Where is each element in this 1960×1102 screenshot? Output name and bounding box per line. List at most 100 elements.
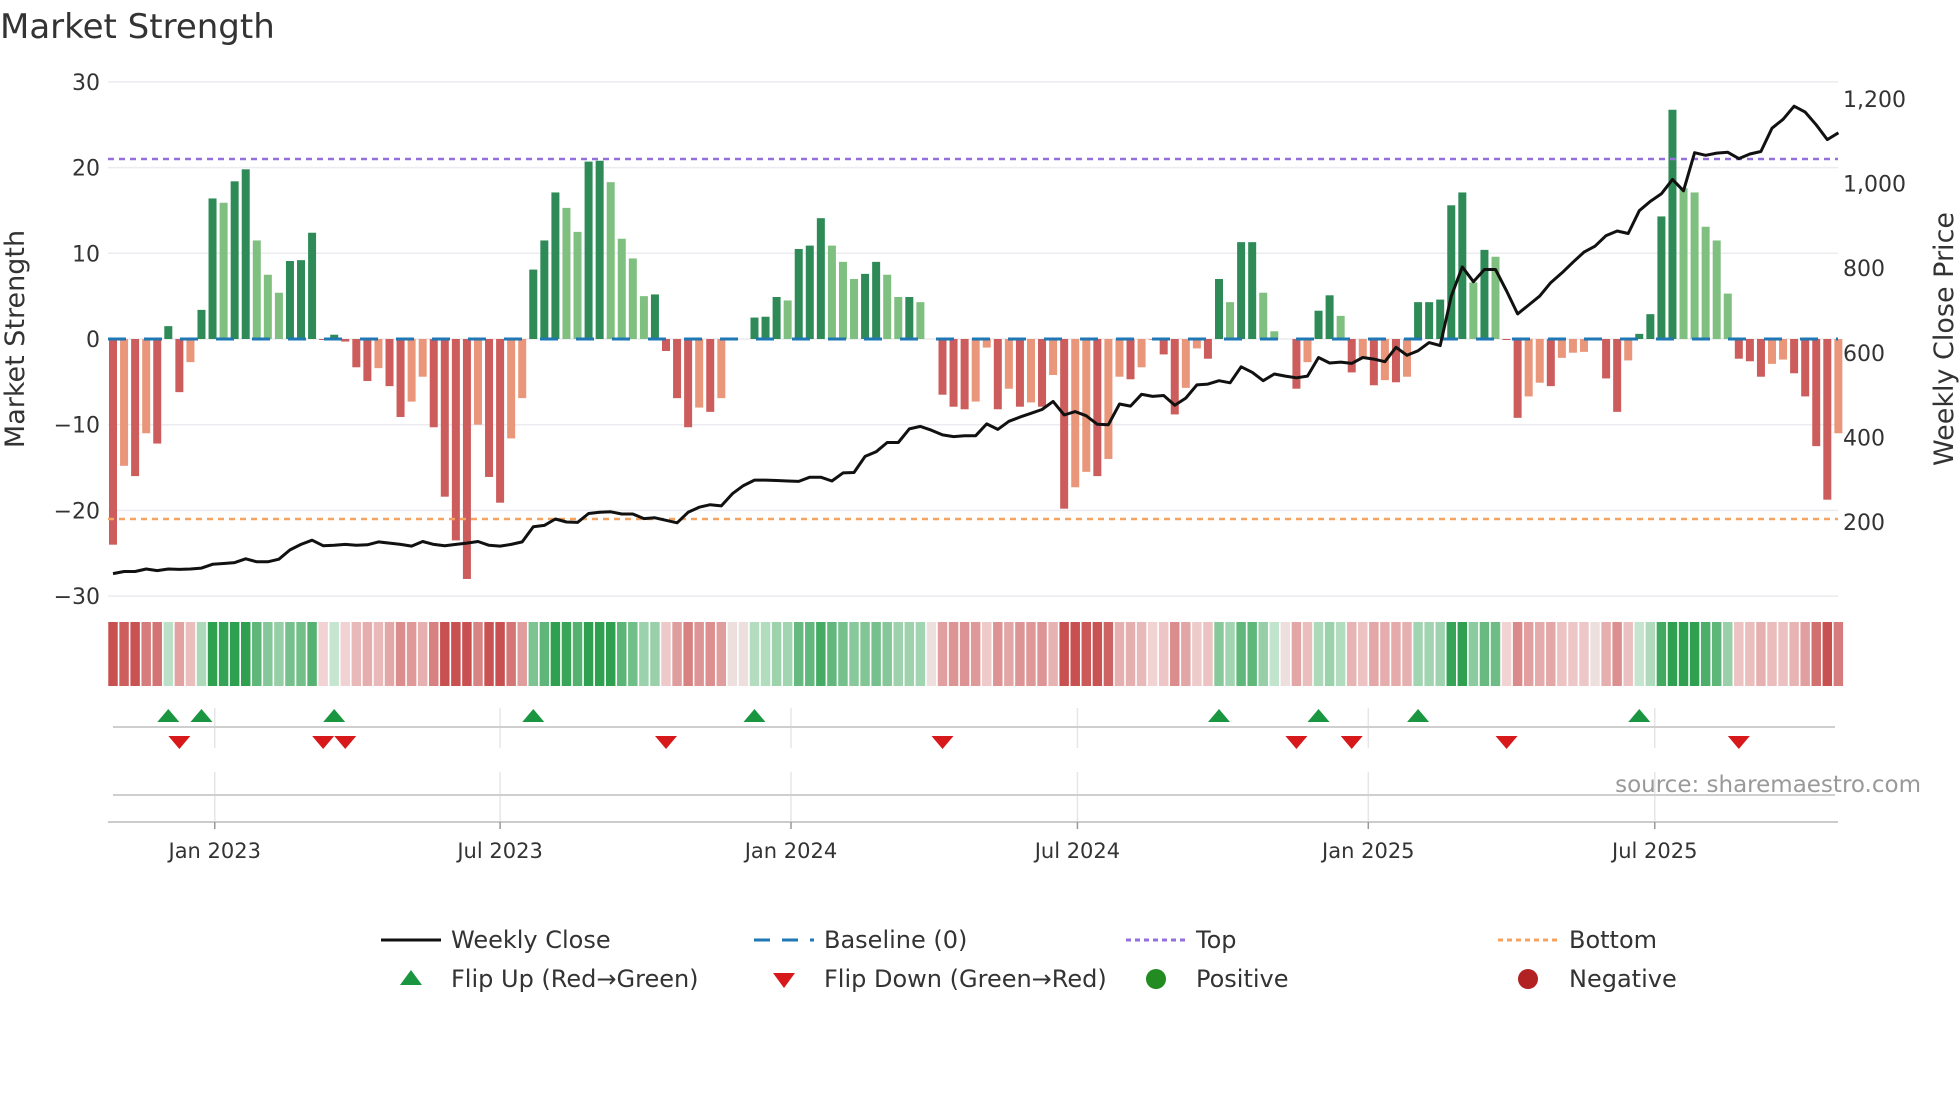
strength-bar [1226, 302, 1235, 339]
legend-label: Bottom [1569, 926, 1657, 954]
heat-cell [1380, 622, 1390, 686]
flip-up-marker [323, 709, 346, 722]
heat-cell [1026, 622, 1036, 686]
flip-up-marker [1407, 709, 1430, 722]
heat-cell [1214, 622, 1224, 686]
strength-bar [175, 339, 184, 393]
heat-cell [882, 622, 892, 686]
heat-cell [1335, 622, 1346, 686]
strength-bar [783, 300, 792, 339]
x-tick-label: Jul 2023 [455, 839, 542, 863]
strength-bar [440, 339, 449, 497]
heat-cell [1579, 622, 1589, 686]
strength-bar [1215, 279, 1223, 339]
heat-cell [340, 622, 350, 686]
heat-cell [816, 622, 826, 686]
strength-bar [263, 274, 272, 339]
heat-cell [240, 622, 251, 686]
heat-cell [207, 622, 218, 686]
strength-bar [518, 339, 527, 399]
heat-cell [1468, 622, 1479, 686]
strength-bar [407, 339, 416, 402]
legend-item-line: Weekly Close [381, 926, 611, 954]
heat-cell [351, 622, 362, 686]
heat-cell [849, 622, 859, 686]
heat-cell [970, 622, 981, 686]
axes: 30 20 10 0 −10 −20 −30 200 400 600 800 1,000 1,200 Ja… [54, 71, 1906, 863]
heat-cell [395, 622, 406, 686]
heat-cell [517, 622, 527, 686]
heat-cell [572, 622, 583, 686]
strength-bar [662, 339, 670, 351]
strength-bar [794, 249, 803, 339]
strength-bar [584, 161, 593, 339]
chart-title: Market Strength [0, 7, 275, 47]
y-tick-label: −30 [54, 585, 100, 610]
heat-cell [982, 622, 992, 686]
y2-tick-label: 400 [1843, 426, 1885, 451]
heat-cell [318, 622, 328, 686]
heat-cell [1546, 622, 1556, 686]
strength-bar [816, 218, 825, 339]
y2-tick-label: 600 [1843, 342, 1885, 367]
strength-bar [1181, 339, 1190, 388]
heat-cell [1324, 622, 1335, 686]
strength-bar [1734, 339, 1743, 359]
strength-bar [695, 339, 704, 408]
heat-cell [959, 622, 970, 686]
strength-bar [883, 274, 892, 339]
y-tick-label: −20 [54, 499, 100, 524]
legend-item-dash: Baseline (0) [754, 926, 967, 954]
strength-bar [418, 339, 427, 377]
strength-bar [230, 181, 239, 339]
strength-bar [1004, 339, 1013, 389]
strength-bar [1834, 339, 1843, 434]
strength-bar [861, 273, 870, 339]
strength-bar [1115, 339, 1124, 377]
heat-cell [583, 622, 594, 686]
strength-bar [1447, 205, 1456, 339]
strength-bar [252, 240, 261, 339]
triangle-down-icon [773, 973, 795, 988]
heat-cell [838, 622, 848, 686]
strength-bar [507, 339, 516, 439]
heat-cell [860, 622, 870, 686]
strength-bar [385, 339, 394, 387]
strength-bar [363, 339, 372, 381]
strength-bar [1480, 249, 1489, 339]
circle-icon [1146, 969, 1166, 989]
heat-cell [937, 622, 948, 686]
flip-up-marker [1628, 709, 1651, 722]
strength-bar [142, 339, 151, 434]
strength-bar [1745, 339, 1754, 362]
strength-bar [219, 202, 228, 339]
legend: Weekly Close Baseline (0) Top Bottom Flip Up… [381, 926, 1677, 993]
heat-cell [705, 622, 715, 686]
heat-cell [163, 622, 174, 686]
heat-cell [130, 622, 140, 686]
heat-cell [1147, 622, 1158, 686]
heat-cell [1711, 622, 1722, 686]
heat-cell [252, 622, 262, 686]
strength-bar [1657, 216, 1666, 339]
legend-label: Weekly Close [451, 926, 611, 954]
strength-bar [838, 261, 847, 339]
heat-cell [1745, 622, 1755, 686]
strength-bar [717, 339, 726, 399]
strength-bar [1414, 302, 1423, 339]
market-strength-chart: Market Strength 30 20 10 0 −10 −20 −30 200 400 60… [0, 7, 1960, 993]
strength-bar [540, 240, 549, 339]
heat-cell [1557, 622, 1567, 686]
heat-cell [1203, 622, 1213, 686]
strength-bar [1358, 339, 1367, 358]
heat-cell [716, 622, 727, 686]
heat-cell [1048, 622, 1058, 686]
strength-bar [650, 294, 659, 339]
strength-bar [1668, 109, 1677, 339]
source-label: source: sharemaestro.com [1615, 772, 1921, 798]
y2-tick-label: 200 [1843, 511, 1885, 536]
heat-cell [451, 622, 461, 686]
strength-bar [109, 339, 117, 545]
flip-markers [113, 709, 1835, 796]
strength-bar [1524, 339, 1533, 397]
